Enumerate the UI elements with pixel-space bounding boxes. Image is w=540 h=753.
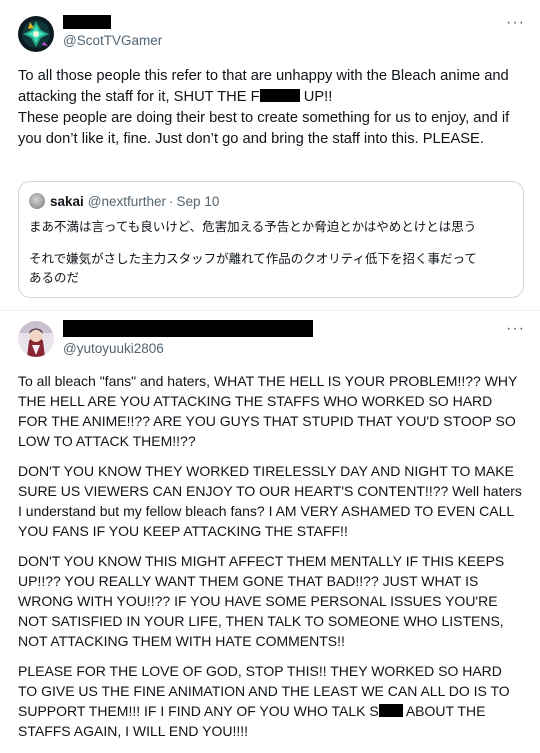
avatar[interactable] bbox=[18, 321, 54, 357]
display-name-redaction bbox=[63, 320, 313, 337]
censor-bar bbox=[378, 704, 403, 717]
tweet-text: To all bleach "fans" and haters, WHAT TH… bbox=[18, 371, 524, 751]
tweet-paragraph: DON'T YOU KNOW THEY WORKED TIRELESSLY DA… bbox=[18, 463, 522, 539]
tweet-paragraph: To all bleach "fans" and haters, WHAT TH… bbox=[18, 373, 518, 449]
tweet-paragraph: DON'T YOU KNOW THIS MIGHT AFFECT THEM ME… bbox=[18, 553, 505, 649]
more-options-icon[interactable]: ··· bbox=[506, 321, 525, 337]
tweet-2: @yutoyuuki2806 ··· To all bleach "fans" … bbox=[0, 0, 540, 753]
user-handle[interactable]: @yutoyuuki2806 bbox=[63, 341, 164, 356]
tweet-paragraph: PLEASE FOR THE LOVE OF GOD, STOP THIS!! … bbox=[18, 661, 524, 741]
